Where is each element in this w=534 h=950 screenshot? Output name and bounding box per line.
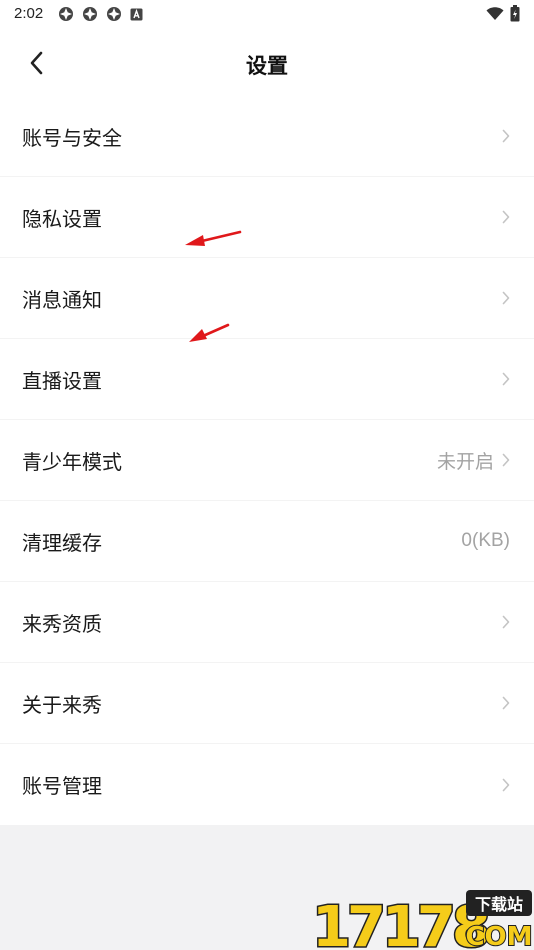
wifi-icon — [486, 6, 504, 20]
notification-icon — [83, 7, 97, 21]
status-system-icons — [486, 5, 520, 22]
row-label: 账号管理 — [22, 774, 102, 798]
chevron-right-icon — [502, 210, 510, 224]
settings-row-qualification[interactable]: 来秀资质 — [0, 582, 534, 663]
row-label: 隐私设置 — [22, 206, 102, 231]
settings-list: 账号与安全 隐私设置 消息通知 直播设置 青少年模式 未开启 清理缓存 0(KB… — [0, 96, 534, 825]
row-label: 消息通知 — [22, 287, 102, 312]
row-label: 关于来秀 — [22, 692, 102, 717]
chevron-right-icon — [502, 696, 510, 710]
status-time: 2:02 — [14, 5, 44, 22]
settings-row-clear-cache[interactable]: 清理缓存 0(KB) — [0, 501, 534, 582]
settings-row-about[interactable]: 关于来秀 — [0, 663, 534, 744]
teen-mode-status: 未开启 — [436, 451, 494, 473]
chevron-right-icon — [502, 615, 510, 629]
chevron-right-icon — [502, 372, 510, 386]
annotation-arrow-icon — [185, 230, 242, 246]
row-label: 青少年模式 — [22, 449, 122, 474]
status-notification-icons — [58, 6, 143, 22]
battery-icon — [510, 5, 520, 22]
cache-size-value: 0(KB) — [461, 530, 510, 551]
notification-icon — [59, 7, 73, 21]
chevron-right-icon — [502, 453, 510, 467]
settings-screen: 2:02 设置 账号与安全 隐私设置 消息通知 直播设置 青少年模式 未开启 清… — [0, 0, 534, 950]
svg-text:17178: 17178 — [312, 895, 488, 950]
page-title: 设置 — [246, 54, 288, 78]
row-label: 来秀资质 — [22, 611, 102, 636]
settings-row-privacy[interactable]: 隐私设置 — [0, 177, 534, 258]
row-label: 账号与安全 — [22, 125, 122, 150]
svg-text:COM: COM — [465, 922, 532, 950]
settings-row-account-management[interactable]: 账号管理 — [0, 744, 534, 825]
chevron-right-icon — [502, 778, 510, 792]
settings-row-live-settings[interactable]: 直播设置 — [0, 339, 534, 420]
status-bar: 2:02 — [0, 0, 534, 28]
row-label: 清理缓存 — [22, 530, 102, 555]
annotation-arrow-icon — [189, 323, 230, 342]
row-label: 直播设置 — [22, 368, 102, 393]
settings-row-account-security[interactable]: 账号与安全 — [0, 96, 534, 177]
title-bar: 设置 — [0, 28, 534, 96]
watermark-logo: 17178 下载站 COM — [311, 890, 534, 950]
notification-icon — [107, 7, 121, 21]
a-badge-icon — [130, 8, 143, 20]
svg-text:下载站: 下载站 — [475, 895, 523, 914]
settings-row-teen-mode[interactable]: 青少年模式 未开启 — [0, 420, 534, 501]
settings-row-notifications[interactable]: 消息通知 — [0, 258, 534, 339]
chevron-right-icon — [502, 291, 510, 305]
chevron-right-icon — [502, 129, 510, 143]
